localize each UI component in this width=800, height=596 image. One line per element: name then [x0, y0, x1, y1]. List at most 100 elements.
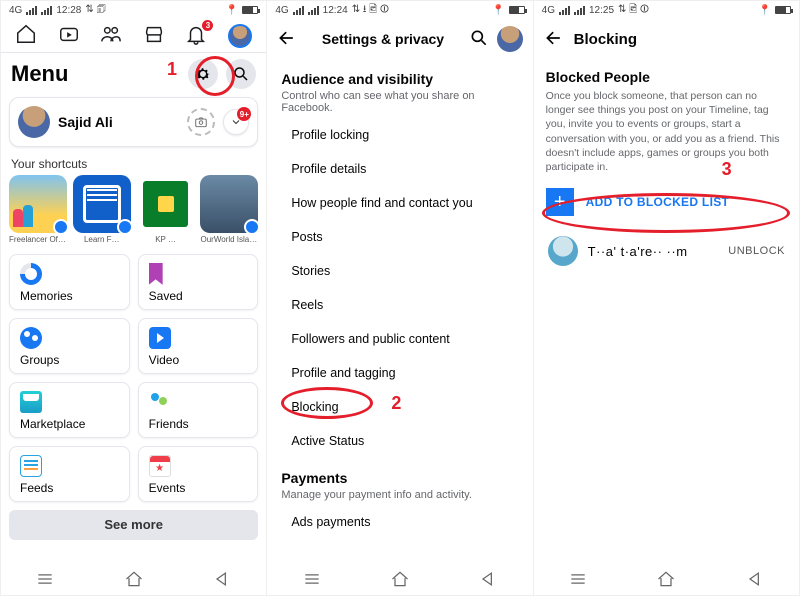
setting-profile-details[interactable]: Profile details — [267, 152, 532, 186]
signal-icon — [293, 6, 304, 15]
home-button[interactable] — [124, 569, 144, 592]
tile-marketplace[interactable]: Marketplace — [9, 382, 130, 438]
tile-label: Video — [149, 353, 248, 367]
tile-video[interactable]: Video — [138, 318, 259, 374]
see-more-label: See more — [104, 517, 163, 532]
setting-blocking[interactable]: Blocking — [267, 390, 532, 424]
app-bar: Settings & privacy — [267, 19, 532, 59]
video-icon — [149, 327, 171, 349]
tile-events[interactable]: Events — [138, 446, 259, 502]
profile-name: Sajid Ali — [58, 114, 179, 130]
tile-feeds[interactable]: Feeds — [9, 446, 130, 502]
add-to-blocked-button[interactable]: + ADD TO BLOCKED LIST — [534, 174, 799, 226]
location-icon: 📍 — [226, 5, 238, 16]
recents-button[interactable] — [302, 569, 322, 592]
setting-ads-payments[interactable]: Ads payments — [267, 505, 532, 539]
item-label: Blocking — [291, 400, 338, 414]
clock: 12:25 — [589, 5, 614, 16]
tab-notifications[interactable]: 3 — [185, 23, 207, 48]
tile-memories[interactable]: Memories — [9, 254, 130, 310]
search-button[interactable] — [226, 59, 256, 89]
screen-blocking: 4G 12:25 ⇅ 🖻 ⏼ 📍 Blocking Blocked People… — [533, 1, 799, 595]
shortcut-item[interactable]: KP … — [137, 175, 195, 244]
search-icon — [232, 65, 250, 83]
menu-header: Menu — [1, 53, 266, 91]
profile-more-button[interactable]: 9+ — [223, 109, 249, 135]
appbar-title: Settings & privacy — [305, 31, 460, 47]
home-button[interactable] — [390, 569, 410, 592]
shortcut-item[interactable]: Learn F… — [73, 175, 131, 244]
unblock-button[interactable]: UNBLOCK — [728, 245, 785, 257]
shortcut-label: Learn F… — [84, 235, 120, 244]
setting-profile-locking[interactable]: Profile locking — [267, 118, 532, 152]
tile-saved[interactable]: Saved — [138, 254, 259, 310]
section-blocked-people: Blocked People Once you block someone, t… — [534, 59, 799, 174]
tile-label: Feeds — [20, 481, 119, 495]
setting-posts[interactable]: Posts — [267, 220, 532, 254]
back-button[interactable] — [277, 28, 297, 51]
tab-friends[interactable] — [100, 23, 122, 48]
tab-video[interactable] — [58, 23, 80, 48]
statusbar: 4G 12:24 ⇅ ⭳ 🖻 ⏼ 📍 — [267, 1, 532, 19]
setting-how-people-find[interactable]: How people find and contact you — [267, 186, 532, 220]
gear-icon — [194, 65, 212, 83]
network-indicator: 4G — [275, 5, 288, 16]
recents-button[interactable] — [568, 569, 588, 592]
back-button[interactable] — [212, 569, 232, 592]
group-badge-icon — [117, 219, 131, 235]
location-icon: 📍 — [492, 5, 504, 16]
groups-icon — [20, 327, 42, 349]
settings-button[interactable] — [188, 59, 218, 89]
signal-icon — [26, 6, 37, 15]
system-nav-bar — [534, 565, 799, 595]
battery-icon — [242, 6, 258, 14]
search-button[interactable] — [469, 28, 489, 51]
shortcut-item[interactable]: OurWorld Islam… — [200, 175, 258, 244]
notification-badge: 3 — [202, 20, 213, 31]
recents-button[interactable] — [35, 569, 55, 592]
video-tab-icon — [58, 23, 80, 45]
setting-profile-tagging[interactable]: Profile and tagging — [267, 356, 532, 390]
setting-followers[interactable]: Followers and public content — [267, 322, 532, 356]
avatar[interactable] — [497, 26, 523, 52]
recents-icon — [35, 569, 55, 589]
section-description: Control who can see what you share on Fa… — [281, 90, 518, 114]
back-button[interactable] — [544, 28, 564, 51]
tile-label: Memories — [20, 289, 119, 303]
section-description: Manage your payment info and activity. — [281, 489, 518, 501]
tile-groups[interactable]: Groups — [9, 318, 130, 374]
setting-reels[interactable]: Reels — [267, 288, 532, 322]
profile-more-badge: 9+ — [237, 107, 251, 121]
page-title: Menu — [11, 61, 68, 87]
shortcut-image — [200, 175, 258, 233]
see-more-button[interactable]: See more — [9, 510, 258, 540]
story-button[interactable] — [187, 108, 215, 136]
item-label: Stories — [291, 264, 330, 278]
tile-friends[interactable]: Friends — [138, 382, 259, 438]
home-button[interactable] — [656, 569, 676, 592]
section-payments: Payments Manage your payment info and ac… — [267, 458, 532, 501]
top-tab-bar: 3 — [1, 19, 266, 53]
setting-stories[interactable]: Stories — [267, 254, 532, 288]
app-bar: Blocking — [534, 19, 799, 59]
section-title: Blocked People — [546, 69, 787, 85]
unblock-label: UNBLOCK — [728, 245, 785, 257]
back-nav-icon — [478, 569, 498, 589]
signal-icon — [41, 6, 52, 15]
screen-menu: 4G 12:28 ⇅ 🗊 📍 3 Menu — [1, 1, 266, 595]
back-button[interactable] — [478, 569, 498, 592]
tab-marketplace[interactable] — [143, 23, 165, 48]
item-label: Profile locking — [291, 128, 369, 142]
status-icons: ⇅ 🖻 ⏼ — [618, 2, 649, 19]
arrow-left-icon — [277, 28, 297, 48]
location-icon: 📍 — [759, 5, 771, 16]
system-nav-bar — [267, 565, 532, 595]
setting-active-status[interactable]: Active Status — [267, 424, 532, 458]
avatar — [18, 106, 50, 138]
back-button[interactable] — [745, 569, 765, 592]
recents-icon — [302, 569, 322, 589]
tab-menu[interactable] — [228, 24, 252, 48]
profile-card[interactable]: Sajid Ali 9+ — [9, 97, 258, 147]
shortcut-item[interactable]: Freelancer Of Upwork Fiv… — [9, 175, 67, 244]
tab-home[interactable] — [15, 23, 37, 48]
